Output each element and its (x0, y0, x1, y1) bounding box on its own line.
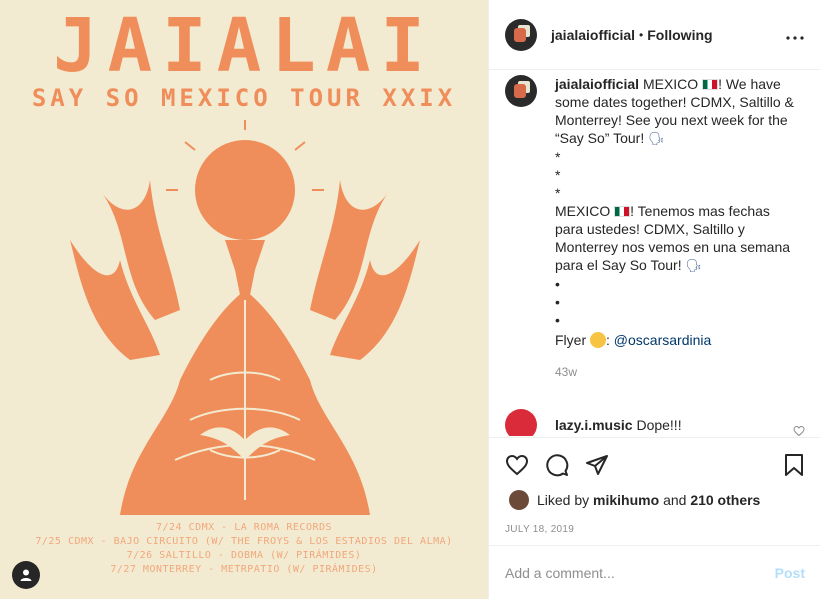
like-comment-heart-icon[interactable] (793, 424, 805, 436)
tour-date: 7/25 CDMX - BAJO CIRCUITO (W/ THE FROYS … (35, 536, 453, 547)
speaking-head-icon: 🗣 (648, 131, 665, 146)
poster-subtitle: SAY SO MEXICO TOUR XXIX (31, 84, 457, 112)
post-actions: Liked by mikihumo and 210 others JULY 18… (489, 437, 820, 535)
caption: jaialaiofficial MEXICO ! We have some da… (505, 75, 805, 381)
comment-input[interactable] (505, 564, 775, 581)
more-options-icon[interactable] (786, 24, 804, 45)
comment-username[interactable]: lazy.i.music (555, 417, 633, 433)
tour-date: 7/27 MONTERREY - METRPATIO (W/ PIRÁMIDES… (110, 564, 378, 575)
face-emoji-icon (590, 332, 607, 348)
post-sidebar: jaialaiofficial • Following jaialaioffic… (488, 0, 820, 599)
caption-text-part1: MEXICO (642, 76, 699, 92)
mention-link[interactable]: @oscarsardinia (614, 332, 711, 348)
action-bar (505, 452, 805, 478)
avatar[interactable] (509, 490, 529, 510)
comment-bubble-icon[interactable] (545, 453, 569, 477)
mexico-flag-icon (702, 79, 719, 90)
flyer-label: Flyer (555, 332, 587, 348)
following-button[interactable]: Following (647, 27, 712, 43)
comment: lazy.i.music Dope!!! (505, 409, 805, 436)
comment-body: Dope!!! (636, 417, 682, 433)
header-separator: • (639, 27, 644, 42)
header-username[interactable]: jaialaiofficial (551, 27, 635, 43)
mexico-flag-icon (614, 206, 631, 217)
likes-summary: Liked by mikihumo and 210 others (505, 490, 805, 510)
likes-user[interactable]: mikihumo (593, 492, 659, 508)
likes-conjunction: and (663, 492, 687, 508)
caption-bullet: • (555, 294, 560, 310)
caption-age[interactable]: 43w (555, 363, 795, 381)
share-paper-plane-icon[interactable] (585, 453, 609, 477)
caption-text: jaialaiofficial MEXICO ! We have some da… (555, 76, 795, 381)
caption-bullet: * (555, 167, 561, 183)
caption-bullet: • (555, 312, 560, 328)
tour-date: 7/24 CDMX - LA ROMA RECORDS (155, 522, 333, 533)
tagged-users-button[interactable] (12, 561, 40, 589)
avatar[interactable] (505, 75, 537, 107)
post-date[interactable]: JULY 18, 2019 (505, 524, 805, 535)
likes-others[interactable]: 210 others (690, 492, 760, 508)
avatar[interactable] (505, 409, 537, 436)
post-image[interactable]: JAIALAI SAY SO MEXICO TOUR XXIX 7/24 CDM… (0, 0, 488, 599)
comments-scroll-area[interactable]: jaialaiofficial MEXICO ! We have some da… (489, 71, 820, 436)
post-header: jaialaiofficial • Following (489, 0, 820, 70)
avatar[interactable] (505, 18, 537, 51)
poster-title: JAIALAI (53, 3, 435, 89)
caption-bullet: * (555, 149, 561, 165)
comment-text: lazy.i.music Dope!!! (555, 417, 682, 433)
add-comment-bar: Post (489, 545, 820, 599)
user-icon (20, 569, 32, 581)
caption-bullet: * (555, 185, 561, 201)
caption-username[interactable]: jaialaiofficial (555, 76, 639, 92)
likes-prefix: Liked by (537, 492, 590, 508)
save-bookmark-icon[interactable] (783, 453, 805, 477)
caption-text-part2: MEXICO (555, 203, 611, 219)
speaking-head-icon: 🗣 (685, 258, 703, 273)
tour-date: 7/26 SALTILLO - DOBMA (W/ PIRÁMIDES) (126, 550, 362, 561)
poster-illustration (70, 120, 420, 515)
poster-tour-dates: 7/24 CDMX - LA ROMA RECORDS 7/25 CDMX - … (0, 521, 488, 577)
like-heart-icon[interactable] (505, 453, 529, 477)
post-button[interactable]: Post (775, 565, 805, 581)
caption-bullet: • (555, 276, 560, 292)
